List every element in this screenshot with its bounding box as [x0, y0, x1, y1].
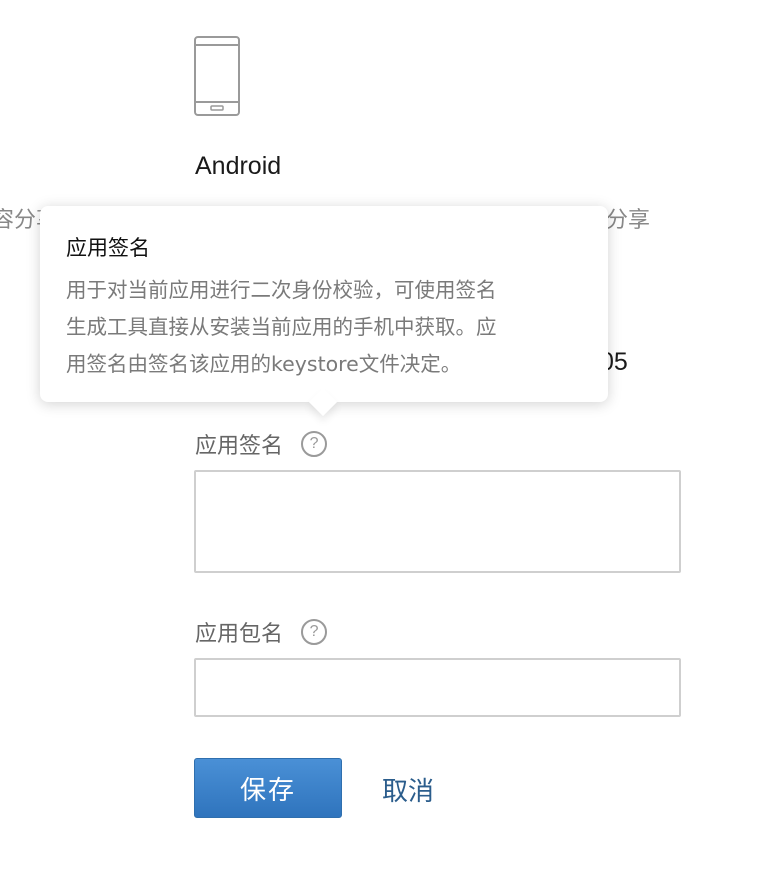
package-name-field[interactable] [194, 658, 681, 717]
tooltip-body: 用于对当前应用进行二次身份校验，可使用签名 生成工具直接从安装当前应用的手机中获… [66, 272, 582, 383]
app-config-page: Android 容分享 内容分享 05 应用签名 ? 应用包名 ? 保存 取消 … [0, 0, 782, 880]
signature-label: 应用签名 [195, 434, 284, 459]
signature-help-tooltip: 应用签名 用于对当前应用进行二次身份校验，可使用签名 生成工具直接从安装当前应用… [40, 206, 608, 417]
package-label-row: 应用包名 ? [195, 616, 328, 648]
phone-icon [194, 36, 240, 116]
package-label: 应用包名 [195, 622, 284, 647]
tooltip-line: 用签名由签名该应用的keystore文件决定。 [66, 352, 462, 376]
tooltip-title: 应用签名 [66, 236, 150, 260]
tooltip-arrow [308, 387, 338, 417]
signature-label-row: 应用签名 ? [195, 428, 328, 460]
save-button[interactable]: 保存 [194, 758, 342, 818]
tooltip-line: 生成工具直接从安装当前应用的手机中获取。应 [66, 315, 497, 339]
question-mark-icon[interactable]: ? [301, 619, 328, 645]
cancel-button[interactable]: 取消 [382, 771, 434, 808]
signature-field[interactable] [194, 470, 681, 573]
tooltip-line: 用于对当前应用进行二次身份校验，可使用签名 [66, 278, 497, 302]
platform-title: Android [195, 152, 282, 180]
question-mark-icon[interactable]: ? [301, 431, 328, 457]
